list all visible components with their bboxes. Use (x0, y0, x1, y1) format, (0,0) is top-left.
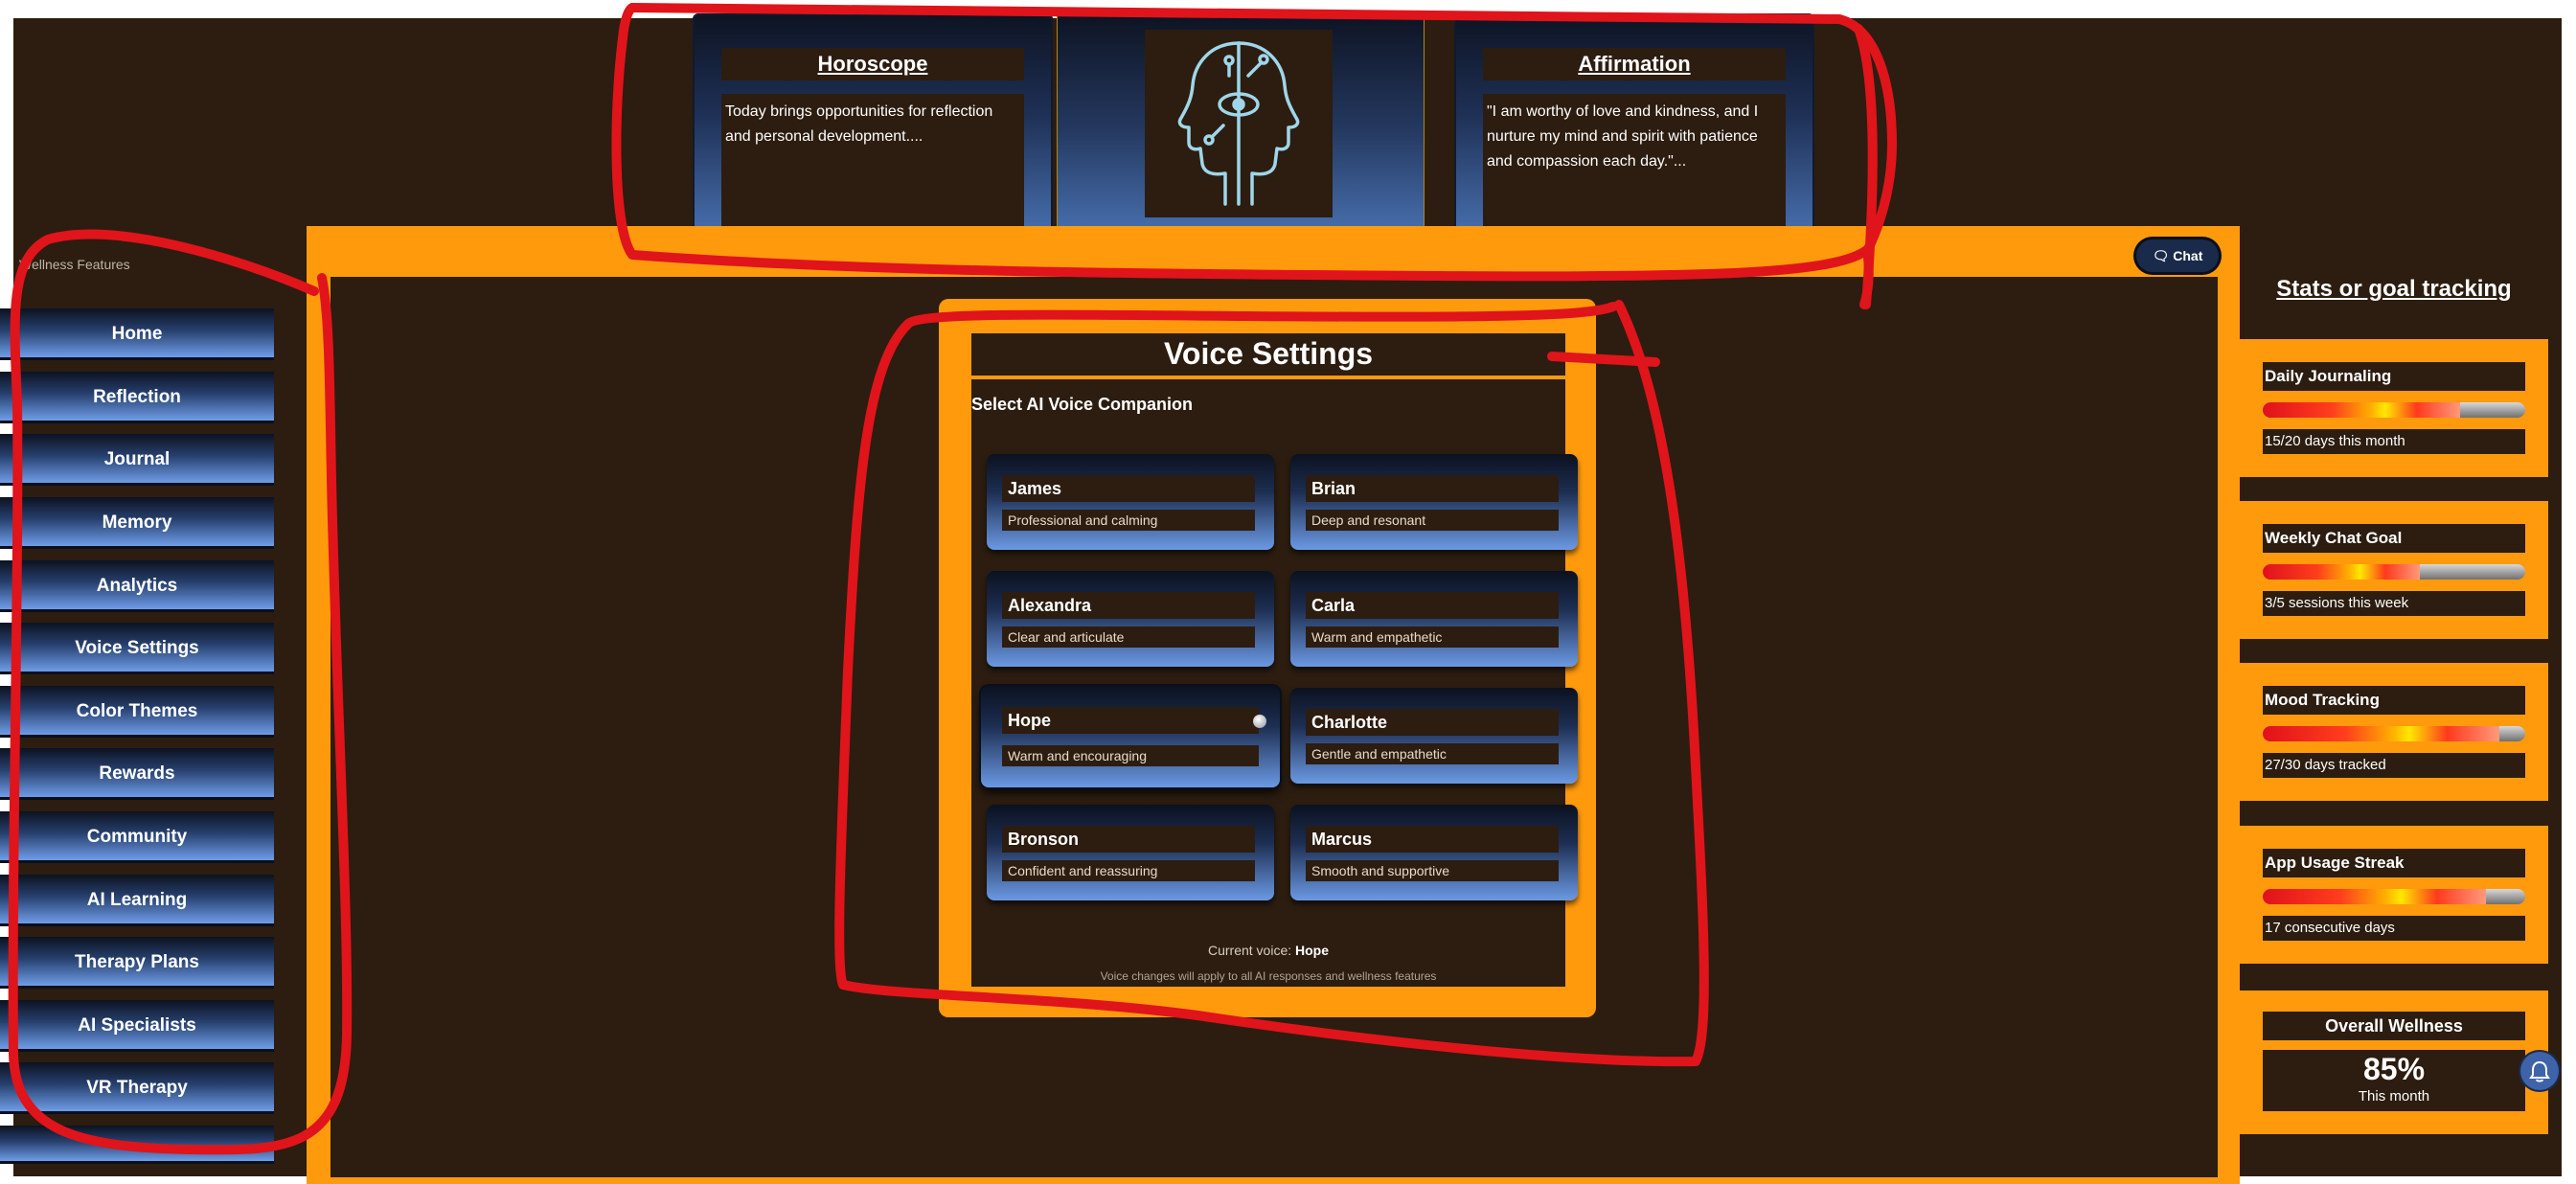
overall-wellness-box: 85% This month (2263, 1050, 2525, 1111)
voice-name: James (1002, 475, 1255, 502)
sidebar-item-community[interactable]: Community (0, 811, 274, 863)
stat-label: Weekly Chat Goal (2263, 524, 2525, 553)
voice-name: Charlotte (1306, 709, 1559, 736)
horoscope-panel: Horoscope Today brings opportunities for… (693, 13, 1053, 243)
sidebar-item-home[interactable]: Home (0, 308, 274, 360)
voice-description: Warm and empathetic (1306, 626, 1559, 648)
stat-card-daily-journaling: Daily Journaling 15/20 days this month (2240, 339, 2548, 477)
progress-fill (2263, 726, 2499, 741)
voice-card-brian[interactable]: Brian Deep and resonant (1290, 454, 1578, 550)
sidebar-item-ai-specialists[interactable]: AI Specialists (0, 1000, 274, 1052)
sidebar-item-rewards[interactable]: Rewards (0, 748, 274, 800)
affirmation-title: Affirmation (1483, 48, 1786, 80)
overall-wellness-sub: This month (2358, 1088, 2430, 1104)
sidebar-item-memory[interactable]: Memory (0, 497, 274, 549)
voice-description: Confident and reassuring (1002, 860, 1255, 881)
sidebar-item-voice-settings[interactable]: Voice Settings (0, 623, 274, 674)
sidebar-item-more[interactable] (0, 1126, 274, 1164)
voice-name: Carla (1306, 592, 1559, 619)
current-voice-label: Current voice: (1207, 943, 1292, 958)
chat-button-label: Chat (2173, 248, 2203, 263)
chat-button[interactable]: 🗨 Chat (2136, 239, 2219, 272)
voice-card-bronson[interactable]: Bronson Confident and reassuring (987, 805, 1274, 900)
voice-settings-title: Voice Settings (971, 331, 1565, 379)
sidebar-item-color-themes[interactable]: Color Themes (0, 686, 274, 738)
sidebar-item-journal[interactable]: Journal (0, 434, 274, 486)
progress-bar (2263, 402, 2525, 418)
voice-description: Warm and encouraging (1002, 745, 1259, 766)
sidebar-item-ai-learning[interactable]: AI Learning (0, 875, 274, 926)
progress-bar (2263, 726, 2525, 741)
stat-value: 27/30 days tracked (2263, 753, 2525, 778)
voice-note: Voice changes will apply to all AI respo… (1100, 969, 1437, 983)
voice-settings-subtitle: Select AI Voice Companion (971, 395, 1194, 414)
current-voice-value: Hope (1295, 943, 1330, 958)
twin-faces-eye-logo-icon (1145, 30, 1333, 217)
sidebar-item-therapy-plans[interactable]: Therapy Plans (0, 937, 274, 989)
stat-value: 15/20 days this month (2263, 429, 2525, 454)
voice-card-alexandra[interactable]: Alexandra Clear and articulate (987, 571, 1274, 667)
voice-description: Deep and resonant (1306, 510, 1559, 531)
affirmation-text: "I am worthy of love and kindness, and I… (1483, 94, 1786, 238)
voice-card-carla[interactable]: Carla Warm and empathetic (1290, 571, 1578, 667)
horoscope-text: Today brings opportunities for reflectio… (721, 94, 1024, 238)
voice-card-james[interactable]: James Professional and calming (987, 454, 1274, 550)
voice-name: Hope (1002, 707, 1259, 734)
overall-wellness-value: 85% (2362, 1052, 2426, 1086)
selected-indicator-icon (1253, 715, 1266, 728)
logo-panel (1057, 13, 1425, 243)
progress-bar (2263, 889, 2525, 904)
voice-description: Smooth and supportive (1306, 860, 1559, 881)
stat-card-mood-tracking: Mood Tracking 27/30 days tracked (2240, 663, 2548, 801)
voice-card-hope[interactable]: Hope Warm and encouraging (981, 686, 1280, 787)
stat-label: App Usage Streak (2263, 849, 2525, 877)
progress-fill (2263, 564, 2421, 580)
horoscope-title: Horoscope (721, 48, 1024, 80)
stat-card-weekly-chat-goal: Weekly Chat Goal 3/5 sessions this week (2240, 501, 2548, 639)
progress-fill (2263, 889, 2486, 904)
voice-description: Clear and articulate (1002, 626, 1255, 648)
voice-description: Professional and calming (1002, 510, 1255, 531)
chat-bubble-icon: 🗨 (2152, 248, 2170, 263)
sidebar-item-vr-therapy[interactable]: VR Therapy (0, 1062, 274, 1114)
voice-card-charlotte[interactable]: Charlotte Gentle and empathetic (1290, 688, 1578, 784)
bell-icon (2529, 1060, 2550, 1082)
voice-name: Brian (1306, 475, 1559, 502)
voice-name: Marcus (1306, 826, 1559, 853)
voice-card-marcus[interactable]: Marcus Smooth and supportive (1290, 805, 1578, 900)
stat-value: 3/5 sessions this week (2263, 591, 2525, 616)
current-voice: Current voice: Hope (971, 943, 1565, 958)
voice-name: Bronson (1002, 826, 1255, 853)
stat-card-app-usage-streak: App Usage Streak 17 consecutive days (2240, 826, 2548, 964)
notification-button[interactable] (2520, 1052, 2559, 1090)
overall-wellness-card: Overall Wellness 85% This month (2240, 990, 2548, 1134)
sidebar-label: Wellness Features (19, 257, 130, 272)
overall-wellness-label: Overall Wellness (2263, 1012, 2525, 1040)
sidebar-item-analytics[interactable]: Analytics (0, 560, 274, 612)
voice-name: Alexandra (1002, 592, 1255, 619)
progress-bar (2263, 564, 2525, 580)
voice-description: Gentle and empathetic (1306, 743, 1559, 764)
progress-fill (2263, 402, 2460, 418)
stat-label: Daily Journaling (2263, 362, 2525, 391)
stat-label: Mood Tracking (2263, 686, 2525, 715)
stats-title: Stats or goal tracking (2276, 276, 2512, 302)
stat-value: 17 consecutive days (2263, 916, 2525, 941)
sidebar-item-reflection[interactable]: Reflection (0, 372, 274, 423)
affirmation-panel: Affirmation "I am worthy of love and kin… (1454, 13, 1814, 243)
